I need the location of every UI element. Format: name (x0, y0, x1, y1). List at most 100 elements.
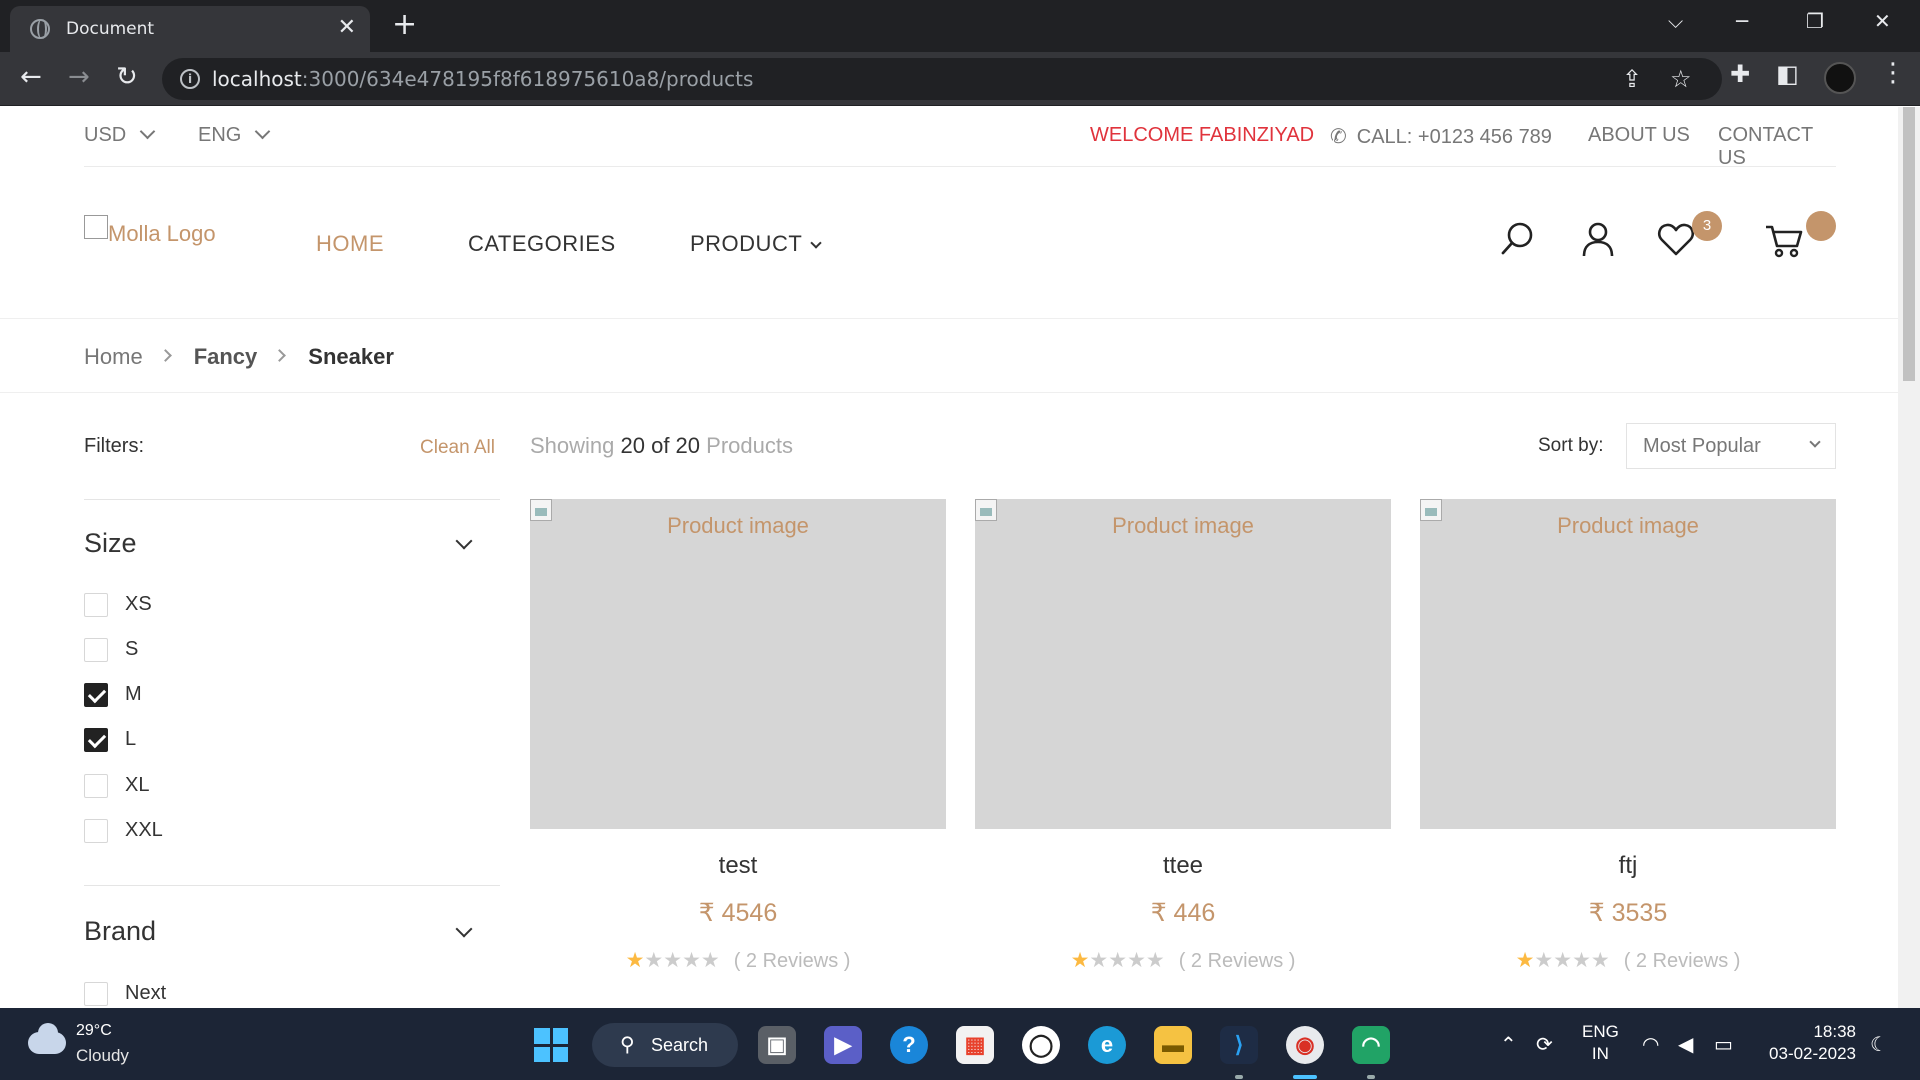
checkbox[interactable] (84, 593, 108, 617)
nav-home[interactable]: HOME (316, 231, 384, 257)
minimize-icon[interactable]: ─ (1736, 6, 1748, 36)
edge-icon[interactable]: e (1088, 1026, 1126, 1064)
product-price: ₹ 3535 (1588, 899, 1668, 927)
profile-avatar[interactable] (1824, 62, 1856, 94)
github-icon[interactable]: ◯ (1022, 1026, 1060, 1064)
wishlist-count-badge: 3 (1692, 211, 1722, 241)
divider (84, 885, 500, 886)
breadcrumb-home[interactable]: Home (84, 344, 143, 369)
chevron-down-icon[interactable] (455, 920, 473, 938)
breadcrumb-category[interactable]: Fancy (194, 344, 258, 369)
close-tab-icon[interactable]: ✕ (338, 15, 356, 41)
size-filter-title[interactable]: Size (84, 528, 137, 559)
window-close-icon[interactable]: ✕ (1874, 6, 1891, 36)
wishlist-heart-icon[interactable] (1656, 219, 1696, 259)
top-bar: USD ENG WELCOME FABINZIYAD ✆ CALL: +0123 … (84, 107, 1836, 170)
chevron-down-icon[interactable] (455, 532, 473, 550)
taskbar-search[interactable]: ⚲ Search (592, 1023, 738, 1067)
active-app-indicator (1293, 1075, 1317, 1079)
checkbox[interactable] (84, 774, 108, 798)
filters-label: Filters: (84, 435, 144, 457)
extensions-puzzle-icon[interactable]: ✚ (1730, 60, 1750, 88)
call-info[interactable]: ✆ CALL: +0123 456 789 (1330, 124, 1552, 149)
product-card[interactable]: Product image test ₹ 4546 ★★★★★( 2 Revie… (530, 499, 946, 1008)
forward-icon[interactable]: → (68, 62, 90, 92)
share-icon[interactable]: ⇪ (1622, 65, 1642, 93)
scrollbar-thumb[interactable] (1903, 107, 1915, 381)
product-name[interactable]: ttee (975, 852, 1391, 880)
notifications-moon-icon[interactable]: ☾ (1870, 1032, 1888, 1056)
broken-image-icon (84, 215, 108, 239)
brand-filter-title[interactable]: Brand (84, 916, 156, 947)
product-image[interactable]: Product image (530, 499, 946, 829)
wifi-icon[interactable]: ◠ (1642, 1032, 1659, 1056)
task-view-icon[interactable]: ▣ (758, 1026, 796, 1064)
tab-title: Document (66, 19, 155, 39)
checkbox-checked[interactable] (84, 728, 108, 752)
address-bar[interactable]: i localhost:3000/634e478195f8f618975610a… (162, 58, 1722, 100)
nav-product[interactable]: PRODUCT (690, 231, 822, 257)
chevron-down-icon (139, 123, 156, 140)
green-app-icon[interactable]: ◠ (1352, 1026, 1390, 1064)
contact-us-link[interactable]: CONTACT US (1718, 124, 1836, 170)
currency-dropdown[interactable]: USD (84, 123, 156, 147)
product-image[interactable]: Product image (975, 499, 1391, 829)
clean-all-link[interactable]: Clean All (420, 437, 495, 459)
back-icon[interactable]: ← (20, 62, 42, 92)
chevron-down-icon (1809, 436, 1821, 448)
nav-categories[interactable]: CATEGORIES (468, 231, 616, 257)
clock[interactable]: 18:38 03-02-2023 (1762, 1021, 1856, 1065)
help-icon[interactable]: ? (890, 1026, 928, 1064)
vscode-icon[interactable]: ⟩ (1220, 1026, 1258, 1064)
checkbox[interactable] (84, 819, 108, 843)
product-name[interactable]: ftj (1420, 852, 1836, 880)
file-explorer-icon[interactable]: ▬ (1154, 1026, 1192, 1064)
restore-icon[interactable]: ❐ (1806, 6, 1824, 36)
chevron-down-icon (255, 123, 271, 140)
chevron-down-icon (810, 237, 822, 249)
new-tab-icon[interactable]: + (392, 8, 417, 42)
browser-tab-strip: Document ✕ + ⌵ ─ ❐ ✕ (0, 0, 1920, 52)
star-icon: ★ (1590, 948, 1610, 972)
product-image[interactable]: Product image (1420, 499, 1836, 829)
microsoft-store-icon[interactable]: ▦ (956, 1026, 994, 1064)
side-panel-icon[interactable]: ◧ (1776, 60, 1799, 88)
volume-icon[interactable]: ◀ (1678, 1032, 1693, 1056)
windows-start-icon[interactable] (534, 1028, 568, 1062)
page-scrollbar[interactable] (1898, 107, 1920, 1008)
checkbox[interactable] (84, 638, 108, 662)
about-us-link[interactable]: ABOUT US (1588, 124, 1690, 147)
sync-icon[interactable]: ⟳ (1536, 1032, 1553, 1056)
chevron-up-icon[interactable]: ⌃ (1500, 1032, 1517, 1056)
phone-icon: ✆ (1330, 126, 1347, 148)
site-logo[interactable]: Molla Logo (84, 215, 216, 247)
url-text[interactable]: localhost:3000/634e478195f8f618975610a8/… (212, 67, 753, 91)
checkbox-checked[interactable] (84, 683, 108, 707)
site-info-icon[interactable]: i (180, 69, 200, 89)
star-icon: ★ (1089, 948, 1109, 972)
reviews-count[interactable]: ( 2 Reviews ) (1624, 950, 1741, 972)
reload-icon[interactable]: ↻ (116, 62, 138, 92)
star-icon: ★ (682, 948, 701, 972)
teams-chat-icon[interactable]: ▶ (824, 1026, 862, 1064)
language-indicator[interactable]: ENG IN (1582, 1021, 1619, 1065)
star-icon: ★ (1515, 948, 1535, 972)
search-icon[interactable] (1498, 219, 1538, 259)
language-dropdown[interactable]: ENG (198, 123, 271, 147)
sort-select[interactable]: Most Popular (1626, 423, 1836, 469)
reviews-count[interactable]: ( 2 Reviews ) (734, 950, 851, 972)
browser-menu-icon[interactable]: ⋮ (1880, 58, 1906, 88)
product-card[interactable]: Product image ftj ₹ 3535 ★★★★★( 2 Review… (1420, 499, 1836, 1008)
tab-search-chevron-icon[interactable]: ⌵ (1668, 6, 1683, 36)
checkbox[interactable] (84, 982, 108, 1006)
chrome-icon[interactable]: ◉ (1286, 1026, 1324, 1064)
reviews-count[interactable]: ( 2 Reviews ) (1179, 950, 1296, 972)
battery-icon[interactable]: ▭ (1714, 1032, 1733, 1056)
welcome-user[interactable]: WELCOME FABINZIYAD (1090, 124, 1314, 147)
product-card[interactable]: Product image ttee ₹ 446 ★★★★★( 2 Review… (975, 499, 1391, 1008)
cart-icon[interactable] (1764, 219, 1804, 259)
product-name[interactable]: test (530, 852, 946, 880)
browser-tab[interactable]: Document ✕ (10, 6, 370, 52)
bookmark-star-icon[interactable]: ☆ (1670, 65, 1692, 93)
user-account-icon[interactable] (1578, 219, 1618, 259)
